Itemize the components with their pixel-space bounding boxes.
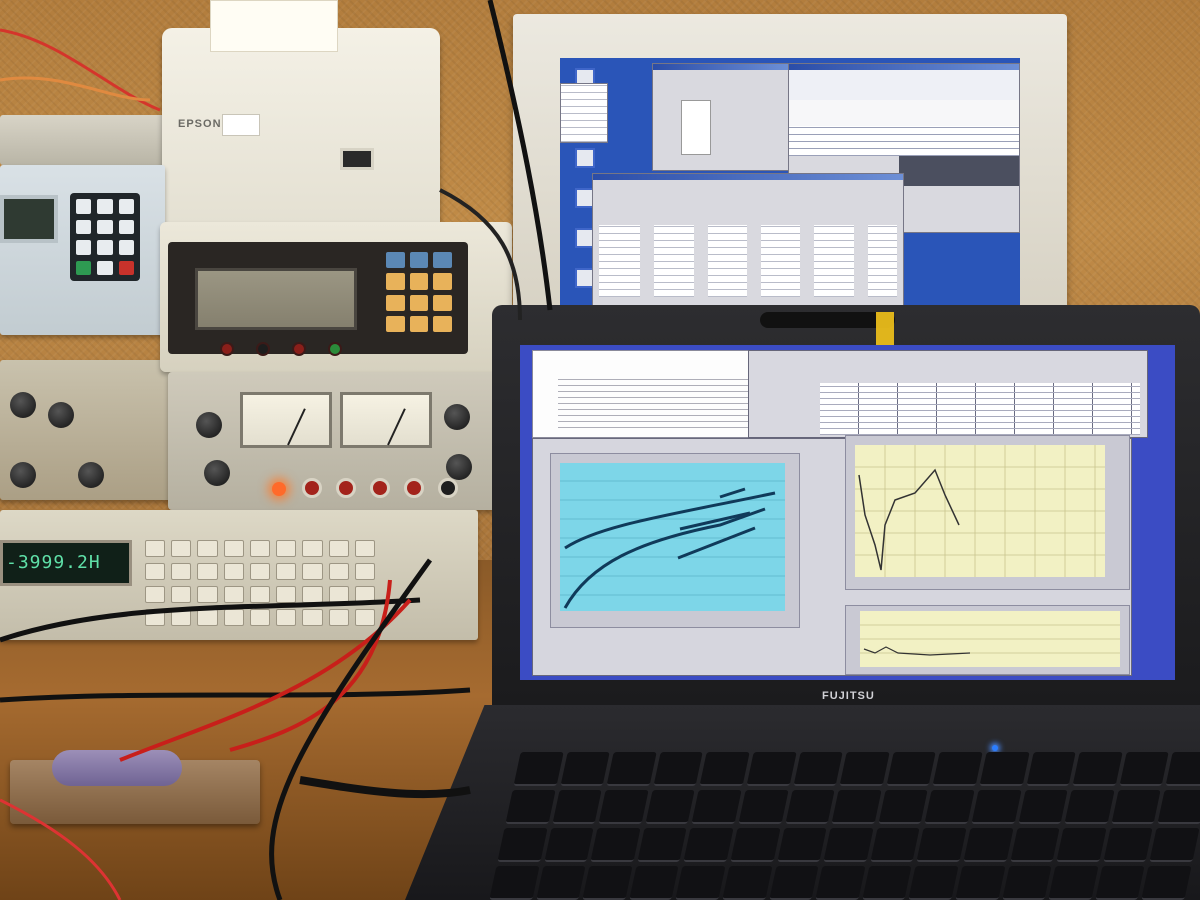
psu-knob bbox=[10, 392, 36, 418]
printer-slot bbox=[340, 148, 374, 170]
multimeter-lcd bbox=[195, 268, 357, 330]
code-lines bbox=[558, 375, 768, 433]
receipt-printer bbox=[162, 28, 440, 238]
small-window bbox=[560, 83, 608, 143]
psu-knob bbox=[48, 402, 74, 428]
multimeter-jacks bbox=[220, 342, 342, 356]
power-led bbox=[272, 482, 286, 496]
psu-knob bbox=[446, 454, 472, 480]
laptop-screen bbox=[520, 345, 1175, 680]
measurement-table-rows bbox=[820, 383, 1140, 435]
monitor-screen bbox=[560, 58, 1020, 310]
counter-keypad bbox=[145, 540, 375, 626]
left-plot bbox=[560, 463, 785, 611]
laptop-brand-label: FUJITSU bbox=[822, 690, 875, 702]
printer-sticker bbox=[222, 114, 260, 136]
psu-knob bbox=[204, 460, 230, 486]
counter-readout: -3999.2H bbox=[6, 552, 101, 573]
multimeter-keys bbox=[386, 252, 452, 332]
psu-display bbox=[0, 195, 58, 243]
laptop-power-led bbox=[992, 745, 998, 751]
small-plot bbox=[860, 611, 1120, 667]
laptop-keyboard bbox=[489, 752, 1200, 900]
analog-meter bbox=[240, 392, 332, 448]
printer-paper bbox=[210, 0, 338, 52]
psu-knob bbox=[444, 404, 470, 430]
printer-brand-label: EPSON bbox=[178, 118, 222, 130]
psu-keypad bbox=[70, 193, 140, 281]
analog-meter bbox=[340, 392, 432, 448]
data-window bbox=[592, 173, 904, 310]
psu-knob bbox=[10, 462, 36, 488]
psu-knob bbox=[196, 412, 222, 438]
webcam-bar bbox=[760, 312, 895, 328]
top-left-device bbox=[0, 115, 165, 165]
dialog-window bbox=[652, 63, 790, 171]
right-plot bbox=[855, 445, 1105, 577]
psu-output-jacks bbox=[268, 478, 458, 498]
test-component bbox=[52, 750, 182, 786]
psu-knob bbox=[78, 462, 104, 488]
